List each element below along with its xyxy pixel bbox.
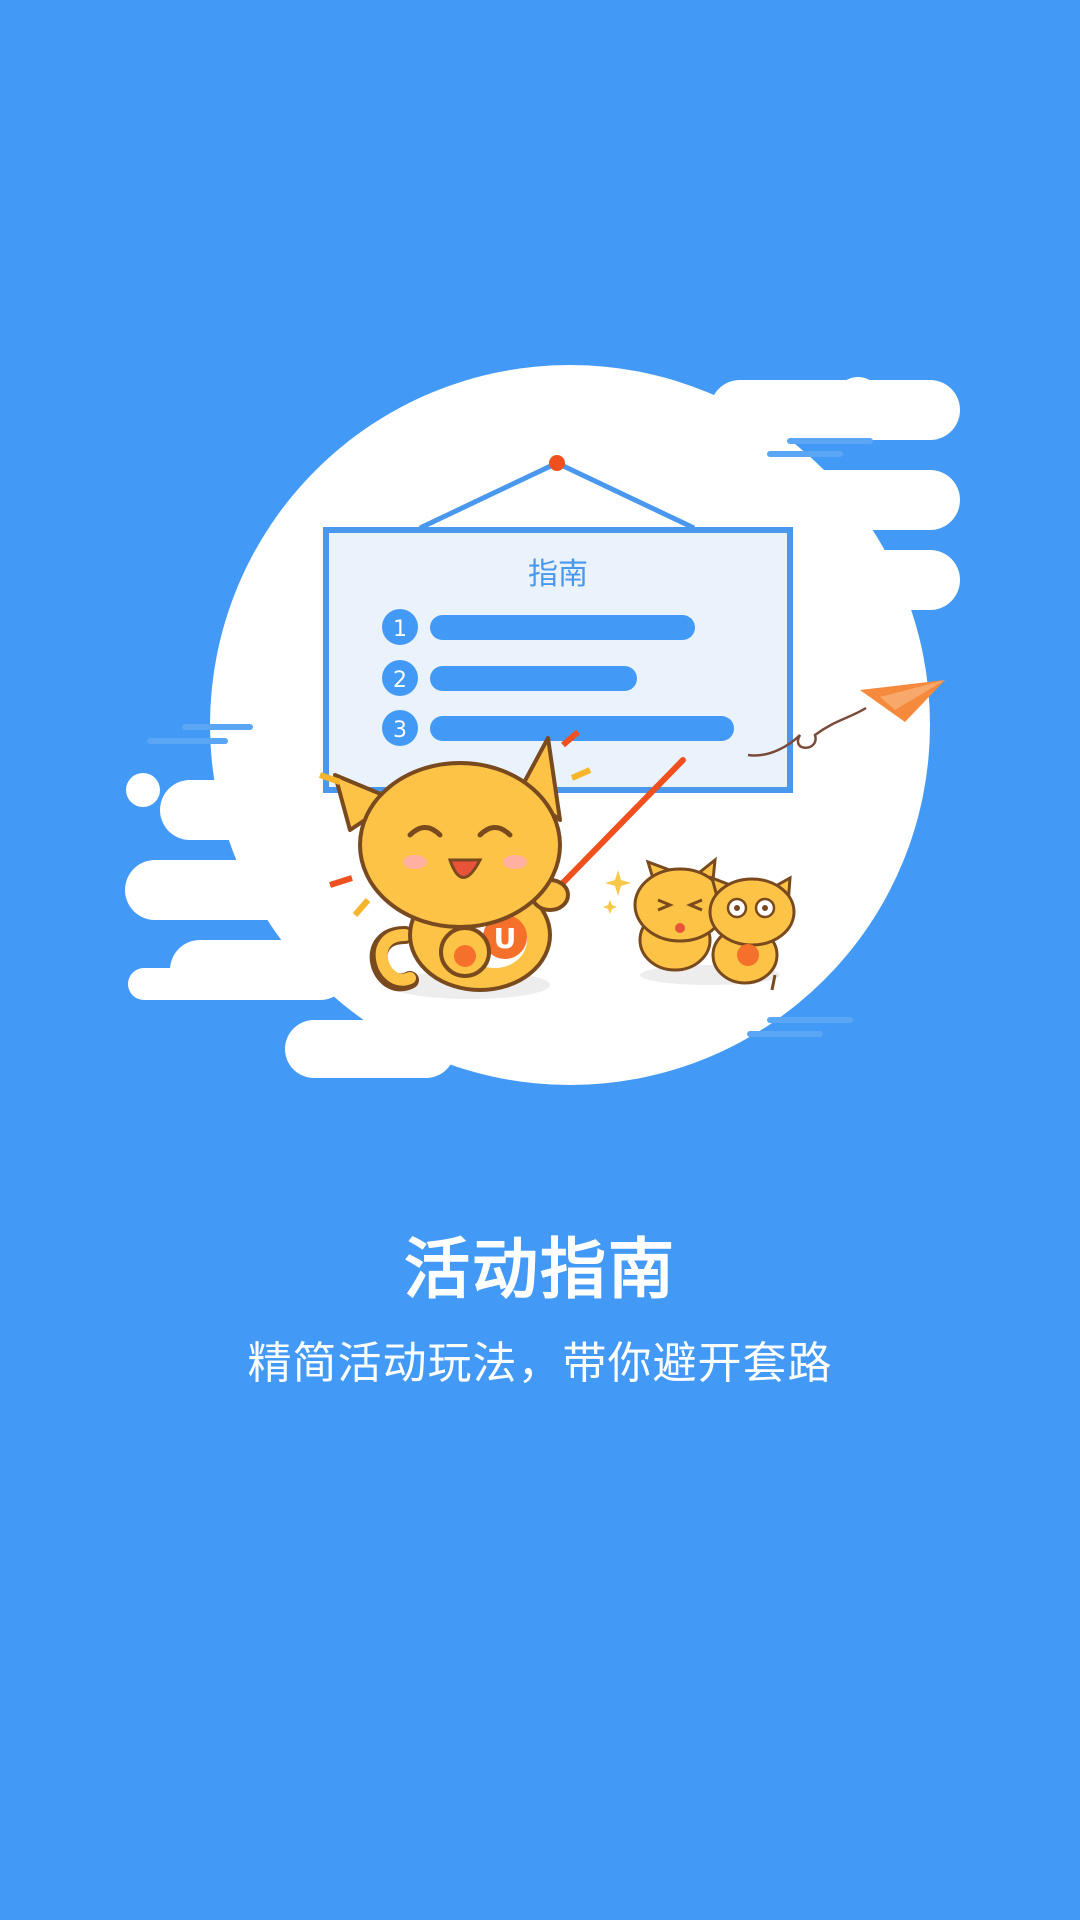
- svg-text:U: U: [494, 922, 517, 955]
- step-number-1: 1: [393, 617, 407, 642]
- page-title: 活动指南: [404, 1231, 676, 1308]
- step-number-2: 2: [393, 668, 407, 693]
- step-bar-2: [430, 666, 637, 691]
- guide-illustration: 指南 1 2 3 U: [125, 365, 960, 1085]
- step-bar-3: [430, 716, 734, 741]
- page-subtitle: 精简活动玩法，带你避开套路: [247, 1338, 833, 1389]
- onboarding-screen: 指南 1 2 3 U 活动指南 精简活动玩法，带你避开套路: [0, 0, 1080, 1920]
- step-bar-1: [430, 615, 695, 640]
- step-number-3: 3: [393, 718, 407, 743]
- board-title: 指南: [528, 557, 588, 592]
- pushpin-icon: [549, 455, 565, 471]
